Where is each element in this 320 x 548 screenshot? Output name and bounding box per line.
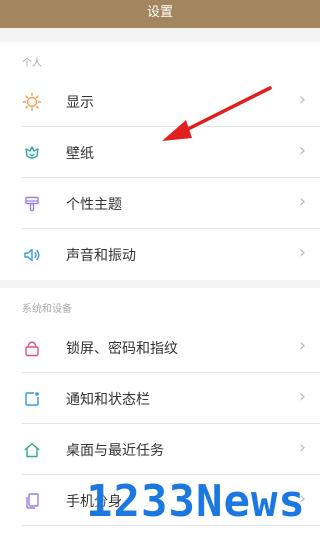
annotation-arrow-icon: [162, 86, 272, 141]
watermark: 1233News: [86, 476, 306, 527]
